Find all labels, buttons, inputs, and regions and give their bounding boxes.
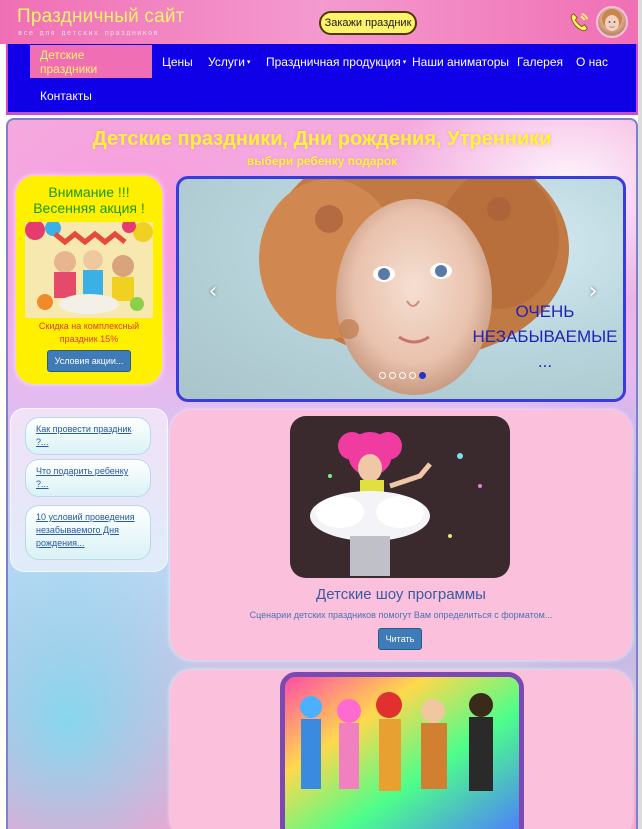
avatar[interactable]	[596, 6, 628, 38]
content-card: Детские шоу программы Сценарии детских п…	[170, 410, 632, 660]
order-party-button[interactable]: Закажи праздник	[319, 11, 417, 35]
main-nav: Детские праздники Цены Услуги ▾ Праздничн…	[6, 44, 638, 112]
animators-photo	[285, 677, 519, 829]
page-title: Детские праздники, Дни рождения, Утренни…	[92, 128, 552, 150]
nav-item-animators[interactable]: Наши аниматоры	[402, 45, 519, 78]
nav-label: Детские праздники	[40, 47, 98, 76]
clown-show-photo	[290, 416, 510, 578]
caption-line: ...	[537, 352, 553, 371]
nav-item-prices[interactable]: Цены	[152, 45, 203, 78]
avatar-image	[602, 9, 622, 31]
site-title[interactable]: Праздничный сайт	[17, 6, 185, 28]
nav-label: Контакты	[40, 88, 92, 103]
promo-title-line: Внимание !!!	[48, 184, 130, 200]
hero-carousel[interactable]: ‹ › ОЧЕНЬ НЕЗАБЫВАЕМЫЕ ...	[176, 176, 626, 402]
carousel-dot[interactable]	[389, 372, 396, 379]
site-subtitle: все для детских праздников	[18, 29, 159, 37]
carousel-indicators	[379, 372, 426, 382]
promo-conditions-button[interactable]: Условия акции...	[47, 350, 131, 372]
party-photo	[25, 222, 153, 318]
carousel-dot[interactable]	[399, 372, 406, 379]
nav-label: О нас	[576, 54, 608, 69]
card-title[interactable]: Детские шоу программы	[170, 586, 632, 603]
nav-label: Праздничная продукция	[266, 54, 401, 69]
nav-item-services[interactable]: Услуги ▾	[198, 45, 260, 78]
sidebar-links: Как провести праздник ?... Что подарить …	[10, 408, 168, 572]
link-how-to-party[interactable]: Как провести праздник ?...	[25, 417, 151, 455]
nav-divider	[6, 112, 638, 115]
carousel-caption: ОЧЕНЬ НЕЗАБЫВАЕМЫЕ ...	[465, 299, 623, 374]
chevron-down-icon: ▾	[246, 58, 251, 66]
link-birthday-conditions[interactable]: 10 условий проведения незабываемого Дня …	[25, 505, 151, 560]
main-content: Детские праздники, Дни рождения, Утренни…	[6, 118, 638, 829]
nav-label: Услуги	[208, 54, 245, 69]
carousel-dot[interactable]	[409, 372, 416, 379]
carousel-dot[interactable]	[419, 372, 426, 379]
promo-image[interactable]	[25, 222, 153, 318]
carousel-dot[interactable]	[379, 372, 386, 379]
nav-item-contacts[interactable]: Контакты	[30, 79, 102, 112]
link-gift-ideas[interactable]: Что подарить ребенку ?...	[25, 459, 151, 497]
nav-item-kids-parties[interactable]: Детские праздники	[30, 45, 152, 78]
nav-label: Наши аниматоры	[412, 54, 510, 69]
card-image[interactable]	[280, 672, 524, 829]
promo-title: Внимание !!! Весенняя акция !	[16, 184, 162, 216]
content-card	[170, 670, 632, 829]
phone-icon[interactable]	[568, 11, 590, 33]
promo-text: Скидка на комплексный праздник 15%	[38, 321, 140, 344]
card-image[interactable]	[290, 416, 510, 578]
promo-box: Внимание !!! Весенняя акция ! Скидка на …	[16, 176, 162, 384]
nav-item-products[interactable]: Праздничная продукция ▾	[256, 45, 416, 78]
promo-title-line: Весенняя акция !	[33, 200, 145, 216]
page-subtitle: выбери ребенку подарок	[246, 154, 398, 168]
window-edge	[638, 0, 642, 829]
card-description: Сценарии детских праздников помогут Вам …	[249, 610, 553, 620]
nav-item-about[interactable]: О нас	[566, 45, 618, 78]
site-header: Праздничный сайт все для детских праздни…	[0, 0, 642, 44]
carousel-prev-arrow[interactable]: ‹	[201, 279, 225, 304]
nav-label: Цены	[162, 54, 193, 69]
caption-line: НЕЗАБЫВАЕМЫЕ	[472, 327, 618, 346]
nav-item-gallery[interactable]: Галерея	[507, 45, 573, 78]
read-more-button[interactable]: Читать	[378, 628, 422, 650]
nav-label: Галерея	[517, 54, 564, 69]
caption-line: ОЧЕНЬ	[515, 302, 575, 321]
